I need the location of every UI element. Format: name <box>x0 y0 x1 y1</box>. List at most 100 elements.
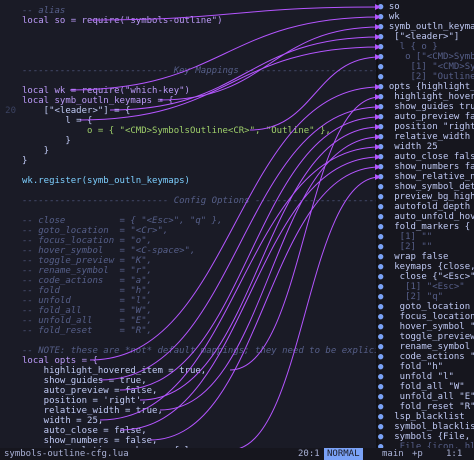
code-line[interactable]: position = 'right', <box>22 396 147 406</box>
symbol-icon: ● <box>378 322 389 332</box>
code-line[interactable]: } <box>22 146 49 156</box>
outline-item[interactable]: ● auto_unfold_hover tr <box>378 212 474 222</box>
code-line[interactable]: highlight_hovered_item = true, <box>22 366 207 376</box>
status-extra: +p <box>412 449 423 459</box>
outline-item[interactable]: ● relative_width true <box>378 132 474 142</box>
code-line[interactable]: -- NOTE: these are *not* default mapping… <box>22 346 376 356</box>
outline-item[interactable]: ● toggle_preview "K" <box>378 332 474 342</box>
outline-item[interactable]: ● show_guides true <box>378 102 474 112</box>
outline-label: relative_width true <box>394 132 471 142</box>
outline-item[interactable]: ● ["<leader>"] <box>378 32 459 42</box>
outline-item[interactable]: ● unfold "l" <box>378 372 454 382</box>
outline-item[interactable]: ● preview_bg_highlight <box>378 192 474 202</box>
outline-item[interactable]: ● auto_close false <box>378 152 474 162</box>
code-line[interactable]: local wk = require("which-key") <box>22 86 190 96</box>
code-line[interactable]: } <box>22 156 27 166</box>
code-line[interactable]: -- fold = "h", <box>22 286 152 296</box>
outline-item[interactable]: ● [1] "<Esc>" <box>378 282 465 292</box>
symbol-icon: ● <box>378 372 389 382</box>
outline-item[interactable]: ● position "right" <box>378 122 474 132</box>
outline-item[interactable]: ● width 25 <box>378 142 438 152</box>
symbol-icon: ● <box>378 212 389 222</box>
status-filename: symbols-outline-cfg.lua <box>4 449 129 459</box>
outline-item[interactable]: ● fold_markers { "", " <box>378 222 474 232</box>
code-line[interactable]: --------------------------- Config Optio… <box>22 196 376 206</box>
outline-item[interactable]: ● fold_all "W" <box>378 382 465 392</box>
code-line[interactable]: -- close = { "<Esc>", "q" }, <box>22 216 222 226</box>
outline-item[interactable]: ● lsp_blacklist <box>378 412 465 422</box>
outline-item[interactable]: ● show_relative_numbe <box>378 172 474 182</box>
outline-item[interactable]: ● symbol_blacklist <box>378 422 474 432</box>
outline-item[interactable]: ● o ["<CMD>Symbols <box>378 52 474 62</box>
symbol-icon: ● <box>378 422 389 432</box>
code-editor-pane[interactable]: -- alias local so = require("symbols-outl… <box>0 0 376 448</box>
code-line[interactable]: width = 25, <box>22 416 104 426</box>
outline-item[interactable]: ● goto_location "<Cr>" <box>378 302 474 312</box>
outline-item[interactable]: ● [1] "<CMD>Symb <box>378 62 474 72</box>
symbol-icon: ● <box>378 172 389 182</box>
outline-item[interactable]: ● [2] "Outline" <box>378 72 474 82</box>
outline-item[interactable]: ● symbols {File, Modul <box>378 432 474 442</box>
outline-label: so <box>388 2 400 12</box>
outline-label: fold "h" <box>388 362 444 372</box>
outline-item[interactable]: ● l { o } <box>378 42 438 52</box>
code-line[interactable]: -- unfold_all = "E", <box>22 316 152 326</box>
outline-item[interactable]: ● hover_symbol "<C-s <box>378 322 474 332</box>
outline-item[interactable]: ● show_symbol_details <box>378 182 474 192</box>
code-line[interactable]: auto_preview = false, <box>22 386 158 396</box>
code-line[interactable]: l = { <box>22 116 92 126</box>
symbol-icon: ● <box>378 362 389 372</box>
code-line[interactable]: -- toggle_preview = "K", <box>22 256 152 266</box>
outline-label: [2] "" <box>388 242 433 252</box>
outline-item[interactable]: ● fold "h" <box>378 362 443 372</box>
outline-item[interactable]: ● wrap false <box>378 252 448 262</box>
outline-item[interactable]: ● opts {highlight_hovere <box>378 82 474 92</box>
outline-item[interactable]: ● focus_location "o" <box>378 312 474 322</box>
symbol-icon: ● <box>378 132 389 142</box>
outline-item[interactable]: ● [2] "" <box>378 242 432 252</box>
outline-item[interactable]: ● autofold_depth <box>378 202 470 212</box>
code-line[interactable]: -- rename_symbol = "r", <box>22 266 152 276</box>
outline-item[interactable]: ● close {"<Esc>", "q <box>378 272 474 282</box>
code-line[interactable]: ["<leader>"] = { <box>22 106 131 116</box>
code-line[interactable]: --------------------------- Key Mappings… <box>22 66 376 76</box>
code-line[interactable]: -- code_actions = "a", <box>22 276 152 286</box>
outline-item[interactable]: ● wk <box>378 12 400 22</box>
symbol-icon: ● <box>378 42 389 52</box>
outline-item[interactable]: ● rename_symbol "r" <box>378 342 474 352</box>
code-line[interactable]: local opts = { <box>22 356 98 366</box>
code-line[interactable]: local so = require("symbols-outline") <box>22 16 222 26</box>
outline-item[interactable]: ● fold_reset "R" <box>378 402 474 412</box>
symbol-icon: ● <box>378 232 389 242</box>
outline-label: [2] "Outline" <box>388 72 474 82</box>
code-line[interactable]: show_guides = true, <box>22 376 147 386</box>
code-line[interactable]: o = { "<CMD>SymbolsOutline<CR>", "Outlin… <box>22 126 331 136</box>
code-line[interactable]: show_numbers = false, <box>22 436 158 446</box>
code-line[interactable]: relative_width = true, <box>22 406 163 416</box>
outline-item[interactable]: ● keymaps {close, go <box>378 262 474 272</box>
outline-item[interactable]: ● [1] "" <box>378 232 432 242</box>
code-line[interactable]: auto_close = false, <box>22 426 147 436</box>
outline-item[interactable]: ● auto_preview false <box>378 112 474 122</box>
code-line[interactable]: -- fold_all = "W", <box>22 306 152 316</box>
code-line[interactable]: local symb_outln_keymaps = { <box>22 96 174 106</box>
symbol-icon: ● <box>378 52 389 62</box>
outline-item[interactable]: ● highlight_hovered_it <box>378 92 474 102</box>
symbols-outline-pane[interactable]: ● so● wk● symb_outln_keymaps● ["<leader>… <box>378 0 474 448</box>
code-line[interactable]: wk.register(symb_outln_keymaps) <box>22 176 190 186</box>
outline-item[interactable]: ● show_numbers false <box>378 162 474 172</box>
code-line[interactable]: -- unfold = "l", <box>22 296 152 306</box>
outline-label: autofold_depth <box>388 202 471 212</box>
code-line[interactable]: -- alias <box>22 6 65 16</box>
outline-item[interactable]: ● [2] "q" <box>378 292 443 302</box>
outline-item[interactable]: ● unfold_all "E" <box>378 392 474 402</box>
symbol-icon: ● <box>378 162 389 172</box>
code-line[interactable]: -- fold_reset = "R", <box>22 326 152 336</box>
code-line[interactable]: } <box>22 136 70 146</box>
code-line[interactable]: -- focus_location = "o", <box>22 236 152 246</box>
outline-item[interactable]: ● code_actions "a" <box>378 352 474 362</box>
code-line[interactable]: -- goto_location = "<Cr>", <box>22 226 168 236</box>
code-line[interactable]: -- hover_symbol = "<C-space>", <box>22 246 195 256</box>
outline-item[interactable]: ● symb_outln_keymaps <box>378 22 474 32</box>
outline-item[interactable]: ● so <box>378 2 400 12</box>
